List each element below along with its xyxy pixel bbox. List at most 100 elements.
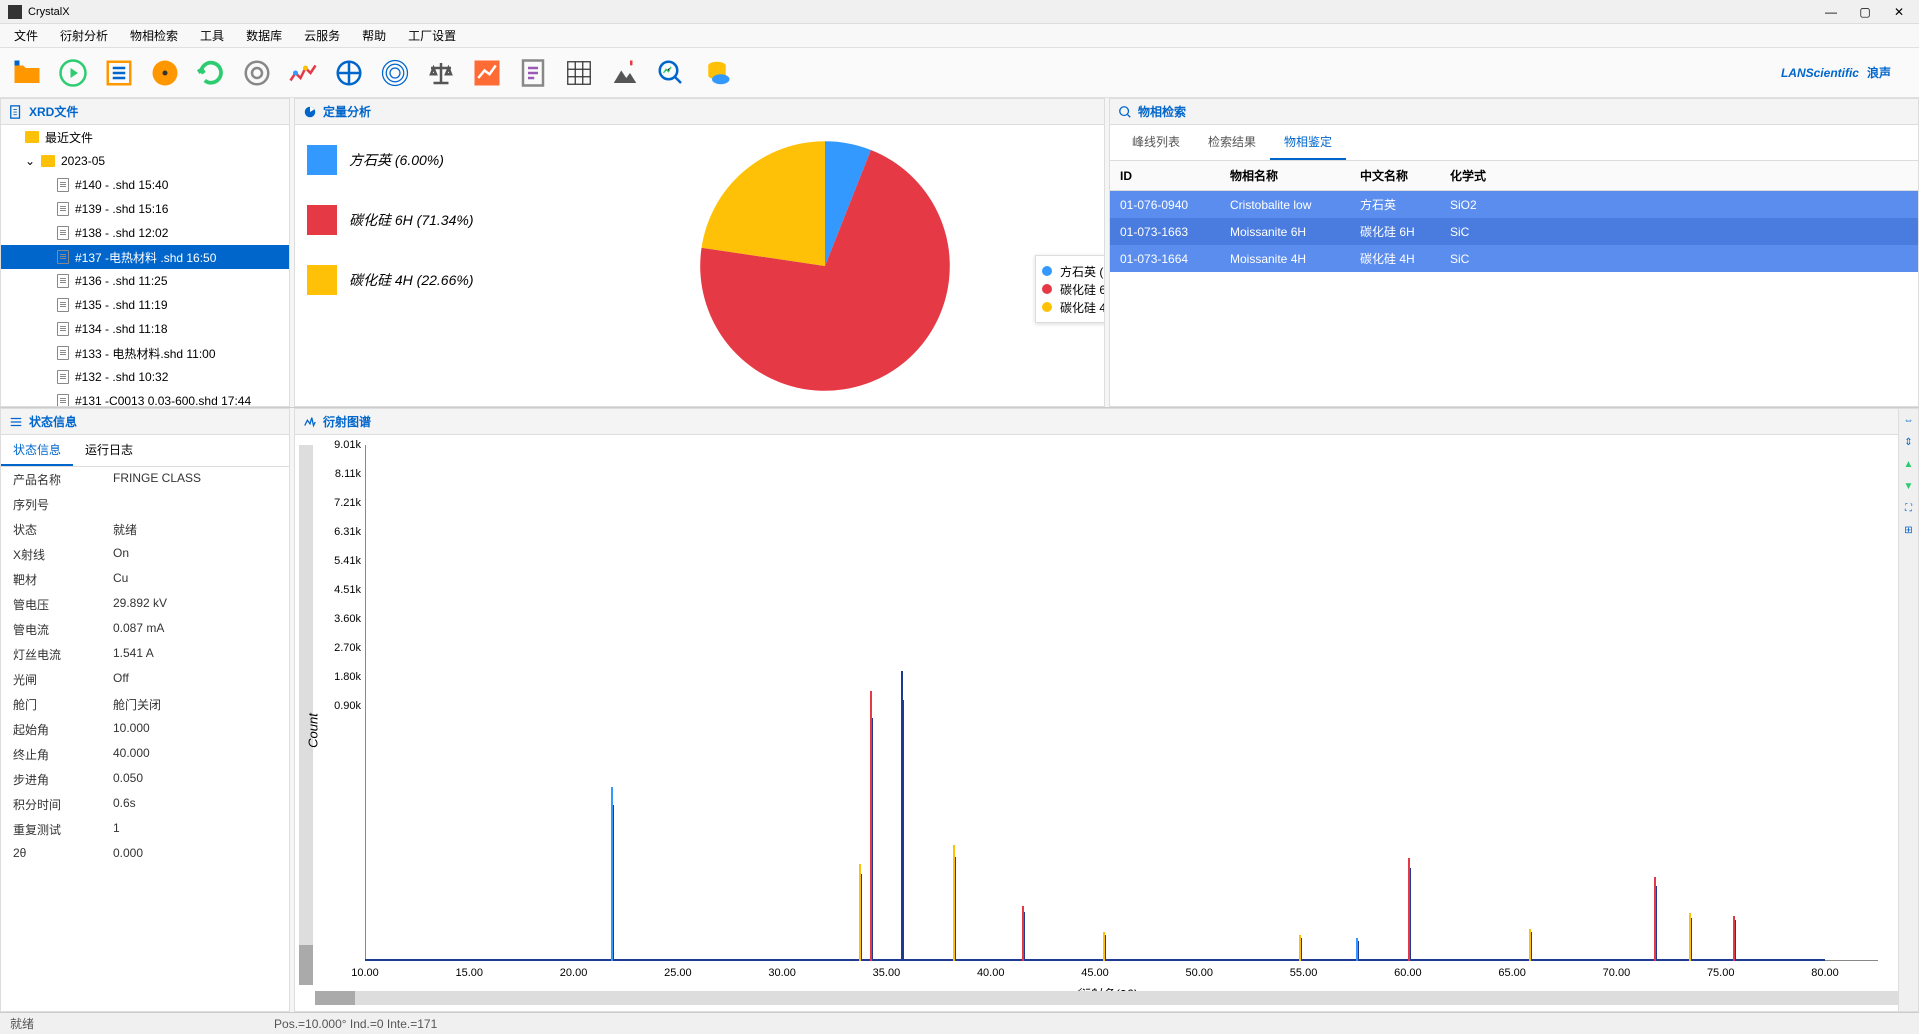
- file-label: #139 - .shd 15:16: [75, 202, 168, 216]
- file-item[interactable]: #131 -C0013 0.03-600.shd 17:44: [1, 389, 289, 406]
- info-label: 管电流: [13, 621, 113, 638]
- table-row[interactable]: 01-076-0940Cristobalite low方石英SiO2: [1110, 191, 1918, 219]
- file-label: #137 -电热材料 .shd 16:50: [75, 249, 216, 266]
- menu-item-3[interactable]: 工具: [190, 23, 234, 48]
- file-item[interactable]: #135 - .shd 11:19: [1, 293, 289, 317]
- list-button[interactable]: [100, 54, 138, 92]
- legend-text: 碳化硅 6H (71.34%): [349, 210, 473, 230]
- column-header[interactable]: 化学式: [1440, 161, 1530, 191]
- file-item[interactable]: #140 - .shd 15:40: [1, 173, 289, 197]
- status-title: 状态信息: [29, 413, 77, 430]
- settings-button[interactable]: [238, 54, 276, 92]
- file-label: #134 - .shd 11:18: [75, 322, 168, 336]
- pie-slice[interactable]: [701, 141, 824, 266]
- info-row: X射线On: [1, 542, 289, 567]
- file-icon: [57, 346, 69, 360]
- ruler-icon[interactable]: ⊞: [1902, 525, 1916, 539]
- tree-folder-root[interactable]: 最近文件: [1, 125, 289, 149]
- ytick-label: 6.31k: [325, 526, 361, 538]
- menu-item-2[interactable]: 物相检索: [120, 23, 188, 48]
- fullscreen-icon[interactable]: ⛶: [1902, 503, 1916, 517]
- spectrum-panel: 衍射图谱 Count 衍射角(2θ) 0.90k1.80k2.70k3.60k4…: [294, 408, 1919, 1012]
- info-label: 起始角: [13, 721, 113, 738]
- pie-tooltip: 方石英 (6.00%)0.066.00%碳化硅 6H (71.34%)0.713…: [1035, 255, 1104, 323]
- file-label: #135 - .shd 11:19: [75, 298, 168, 312]
- xtick-label: 25.00: [664, 967, 692, 979]
- menu-item-1[interactable]: 衍射分析: [50, 23, 118, 48]
- file-item[interactable]: #139 - .shd 15:16: [1, 197, 289, 221]
- file-item[interactable]: #137 -电热材料 .shd 16:50: [1, 245, 289, 269]
- legend-swatch: [307, 265, 337, 295]
- maximize-button[interactable]: ▢: [1857, 4, 1873, 20]
- minimize-button[interactable]: —: [1823, 4, 1839, 20]
- menubar: 文件衍射分析物相检索工具数据库云服务帮助工厂设置: [0, 24, 1919, 48]
- file-icon: [57, 202, 69, 216]
- menu-item-4[interactable]: 数据库: [236, 23, 292, 48]
- info-label: 重复测试: [13, 821, 113, 838]
- ytick-label: 8.11k: [325, 468, 361, 480]
- file-icon: [57, 370, 69, 384]
- legend-swatch: [307, 145, 337, 175]
- cloud-db-button[interactable]: [698, 54, 736, 92]
- down-icon[interactable]: ▼: [1902, 481, 1916, 495]
- menu-item-7[interactable]: 工厂设置: [398, 23, 466, 48]
- info-value: 10.000: [113, 721, 150, 738]
- menu-item-0[interactable]: 文件: [4, 23, 48, 48]
- info-row: 光闸Off: [1, 667, 289, 692]
- info-row: 管电压29.892 kV: [1, 592, 289, 617]
- target-button[interactable]: [330, 54, 368, 92]
- file-item[interactable]: #138 - .shd 12:02: [1, 221, 289, 245]
- tab-检索结果[interactable]: 检索结果: [1194, 125, 1270, 160]
- mountain-button[interactable]: [606, 54, 644, 92]
- info-label: 序列号: [13, 496, 113, 513]
- xtick-label: 35.00: [873, 967, 901, 979]
- open-file-button[interactable]: [8, 54, 46, 92]
- table-row[interactable]: 01-073-1664Moissanite 4H碳化硅 4HSiC: [1110, 245, 1918, 272]
- titlebar: CrystalX — ▢ ✕: [0, 0, 1919, 24]
- info-value: 舱门关闭: [113, 696, 161, 713]
- report-button[interactable]: [514, 54, 552, 92]
- tab-峰线列表[interactable]: 峰线列表: [1118, 125, 1194, 160]
- menu-item-6[interactable]: 帮助: [352, 23, 396, 48]
- file-item[interactable]: #136 - .shd 11:25: [1, 269, 289, 293]
- info-label: 步进角: [13, 771, 113, 788]
- up-icon[interactable]: ▲: [1902, 459, 1916, 473]
- column-header[interactable]: ID: [1110, 161, 1220, 191]
- fingerprint-button[interactable]: [376, 54, 414, 92]
- balance-button[interactable]: [422, 54, 460, 92]
- expand-v-icon[interactable]: ⇕: [1902, 437, 1916, 451]
- tab-物相鉴定[interactable]: 物相鉴定: [1270, 125, 1346, 160]
- phase-table[interactable]: ID物相名称中文名称化学式 01-076-0940Cristobalite lo…: [1110, 161, 1918, 272]
- refresh-button[interactable]: [192, 54, 230, 92]
- files-tree[interactable]: 最近文件 ⌄ 2023-05 #140 - .shd 15:40 #139 - .…: [1, 125, 289, 406]
- table-row[interactable]: 01-073-1663Moissanite 6H碳化硅 6HSiC: [1110, 218, 1918, 245]
- file-item[interactable]: #134 - .shd 11:18: [1, 317, 289, 341]
- grid-button[interactable]: [560, 54, 598, 92]
- spectrum-chart[interactable]: Count 衍射角(2θ) 0.90k1.80k2.70k3.60k4.51k5…: [295, 435, 1918, 1011]
- files-icon: [9, 105, 23, 119]
- xtick-label: 75.00: [1707, 967, 1735, 979]
- phase-tabs: 峰线列表检索结果物相鉴定: [1110, 125, 1918, 161]
- spectrum-icon: [303, 415, 317, 429]
- tab-状态信息[interactable]: 状态信息: [1, 435, 73, 466]
- toolbar: LANScientific 浪声: [0, 48, 1919, 98]
- tab-运行日志[interactable]: 运行日志: [73, 435, 145, 466]
- column-header[interactable]: 物相名称: [1220, 161, 1350, 191]
- spectrum-hscroll[interactable]: [315, 991, 1908, 1005]
- column-header[interactable]: 中文名称: [1350, 161, 1440, 191]
- file-item[interactable]: #133 - 电热材料.shd 11:00: [1, 341, 289, 365]
- file-item[interactable]: #132 - .shd 10:32: [1, 365, 289, 389]
- menu-item-5[interactable]: 云服务: [294, 23, 350, 48]
- file-label: #136 - .shd 11:25: [75, 274, 168, 288]
- play-button[interactable]: [54, 54, 92, 92]
- chart-button[interactable]: [284, 54, 322, 92]
- trend-button[interactable]: [468, 54, 506, 92]
- radiation-button[interactable]: [146, 54, 184, 92]
- file-label: #140 - .shd 15:40: [75, 178, 168, 192]
- close-button[interactable]: ✕: [1891, 4, 1907, 20]
- tree-folder-sub[interactable]: ⌄ 2023-05: [1, 149, 289, 173]
- search-chart-button[interactable]: [652, 54, 690, 92]
- expand-h-icon[interactable]: ⇔: [1902, 415, 1916, 429]
- spectrum-ylabel: Count: [305, 713, 320, 748]
- logo-cn: 浪声: [1867, 64, 1891, 81]
